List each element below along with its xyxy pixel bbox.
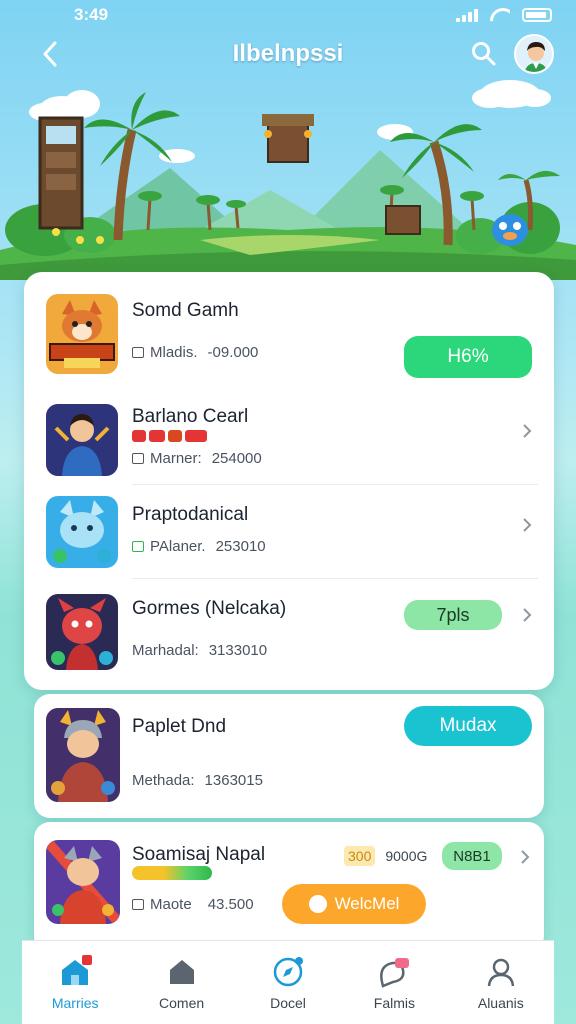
blue-cat-game-icon [46,496,118,568]
game-meta: PAlaner. 253010 [132,538,266,555]
bottom-nav: Marries Comen Docel Falmis Aluanis [22,940,554,1024]
nav-item-docel[interactable]: Docel [235,941,341,1024]
nav-label: Aluanis [477,995,524,1011]
fighter-game-icon [46,840,120,924]
game-meta: Mladis. -09.000 [132,344,258,361]
score-tag: 300 [344,846,376,866]
red-demon-game-icon [46,594,118,670]
game-thumbnail [46,496,118,568]
plays-badge: 7pls [404,600,502,630]
game-thumbnail [46,404,118,476]
chevron-right-icon [521,850,530,864]
game-meta: Marhadal: 3133010 [132,642,267,659]
game-title: Soamisaj Napal [132,844,266,865]
nav-label: Marries [51,995,99,1011]
meta-value: 1363015 [204,772,263,789]
list-item[interactable]: Gormes (Nelcaka) Marhadal: 3133010 7pls [24,594,554,674]
compass-icon [271,955,305,989]
game-thumbnail [46,294,118,374]
house-icon [165,955,199,989]
divider [132,578,538,579]
nav-label: Docel [270,995,306,1011]
emoji-icon [308,895,327,913]
meta-label: Marner: [150,450,202,467]
nav-label: Falmis [373,995,416,1011]
meta-value: 254000 [211,450,262,467]
meta-value: -09.000 [207,344,259,361]
chevron-right-icon [523,608,532,622]
meta-label: Mladis. [150,344,198,361]
list-item[interactable]: Barlano Cearl Marner: 254000 [24,400,554,482]
game-title: Gormes (Nelcaka) [132,598,287,619]
user-icon [484,955,518,989]
image-icon [132,899,144,910]
game-card[interactable]: Paplet Dnd Methada: 1363015 Mudax [34,694,544,818]
wifi-icon [490,8,510,22]
game-meta: Maote 43.500 [132,896,254,913]
percent-button[interactable]: H6% [404,336,532,378]
app-header: Ilbelnpssi [0,30,576,80]
meta-value: 253010 [215,538,266,555]
status-time: 3:49 [74,5,109,24]
meta-label: Methada: [132,772,195,789]
rating-bar [132,430,207,442]
meta-value: 3133010 [208,642,268,659]
games-list-card: Somd Gamh Mladis. -09.000 H6% Barlano Ce… [24,272,554,690]
image-icon [132,347,144,358]
avatar[interactable] [514,34,554,74]
battery-icon [522,8,552,22]
game-thumbnail [46,708,120,802]
welcome-button[interactable]: WelcMel [282,884,426,924]
game-thumbnail [46,840,120,924]
game-title: Somd Gamh [132,300,239,321]
chevron-right-icon [523,518,532,532]
fox-game-icon [46,294,118,374]
nav-item-comen[interactable]: Comen [128,941,234,1024]
score-text: 9000G [385,848,428,864]
nav-label: Comen [159,995,205,1011]
knight-game-icon [46,708,120,802]
avatar-image [516,36,552,72]
search-icon [472,42,496,66]
game-title: Barlano Cearl [132,406,249,427]
chevron-right-icon [523,424,532,438]
hero-banner [0,80,576,280]
nav-item-falmis[interactable]: Falmis [341,941,447,1024]
jungle-scene-illustration [0,80,576,280]
warrior-game-icon [46,404,118,476]
divider [132,484,538,485]
progress-bar [132,866,212,880]
game-meta: Methada: 1363015 [132,772,263,789]
notification-dot [82,955,93,965]
score-tags: 300 9000G [344,846,427,866]
nav-item-aluanis[interactable]: Aluanis [448,941,554,1024]
tag-icon [132,541,144,552]
meta-value: 43.500 [207,896,254,913]
list-item[interactable]: Praptodanical PAlaner. 253010 [24,494,554,574]
game-title: Praptodanical [132,504,249,525]
status-badge: N8B1 [442,842,502,870]
meta-label: PAlaner. [150,538,206,555]
chat-icon [377,955,411,989]
status-icons [456,8,552,22]
meta-label: Marhadal: [132,642,199,659]
nav-item-marries[interactable]: Marries [22,941,128,1024]
home-icon [58,955,93,989]
signal-icon [456,8,478,22]
bed-icon [132,453,144,464]
mudax-button[interactable]: Mudax [404,706,532,746]
status-bar: 3:49 [0,0,576,32]
game-thumbnail [46,594,118,670]
game-title: Paplet Dnd [132,716,227,737]
welcome-button-label: WelcMel [334,894,400,913]
meta-label: Maote [150,896,192,913]
list-item[interactable]: Somd Gamh Mladis. -09.000 H6% [24,292,554,382]
search-button[interactable] [468,38,500,70]
game-meta: Marner: 254000 [132,450,262,467]
game-card[interactable]: Soamisaj Napal Maote 43.500 300 9000G N8… [34,822,544,952]
